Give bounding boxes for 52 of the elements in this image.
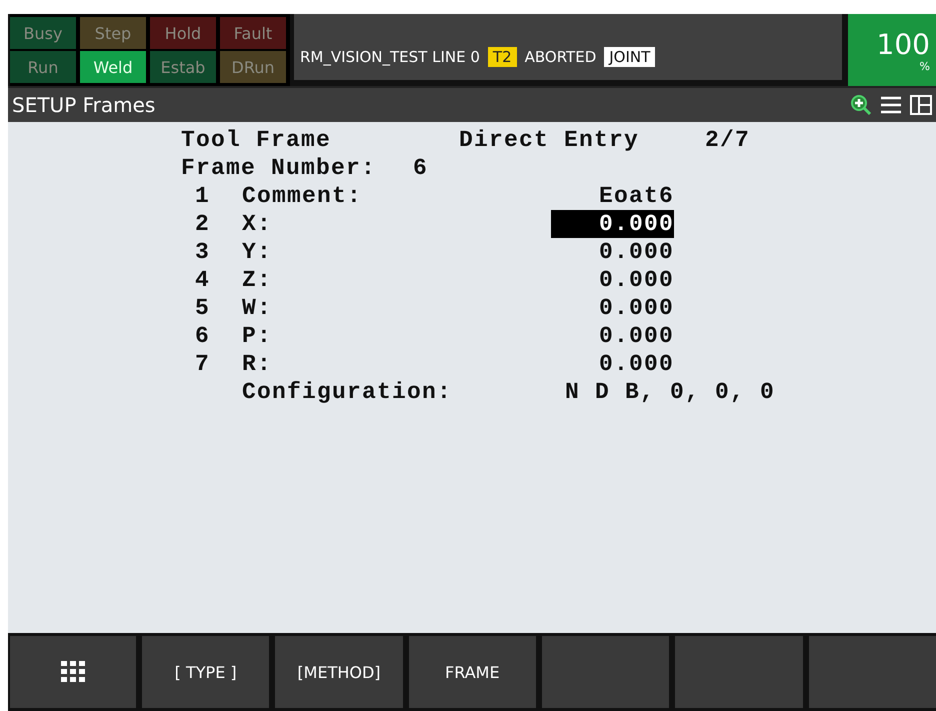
item-number: 3 bbox=[194, 239, 210, 265]
item-label: W: bbox=[242, 295, 274, 321]
value-field[interactable]: Eoat6 bbox=[551, 182, 674, 210]
softkey-button[interactable]: [METHOD] bbox=[275, 636, 403, 708]
item-number: 7 bbox=[194, 351, 210, 377]
item-value: N D B, 0, 0, 0 bbox=[565, 379, 776, 405]
frame-type: Tool Frame bbox=[181, 127, 332, 153]
status-lamp: Step bbox=[80, 17, 146, 49]
status-lamp: Fault bbox=[220, 17, 286, 49]
value-field[interactable]: 0.000 bbox=[551, 294, 674, 322]
softkey-button[interactable]: FRAME bbox=[408, 636, 536, 708]
method-label: Direct Entry bbox=[459, 127, 640, 153]
item-number: 4 bbox=[194, 267, 210, 293]
override-unit: % bbox=[920, 60, 930, 73]
item-label: P: bbox=[242, 323, 274, 349]
zoom-icon[interactable] bbox=[850, 94, 872, 116]
status-lamp: DRun bbox=[220, 51, 286, 83]
mode-badge: T2 bbox=[488, 47, 517, 67]
item-label: Comment: bbox=[242, 183, 364, 209]
status-lamp: Weld bbox=[80, 51, 146, 83]
item-number: 1 bbox=[194, 183, 210, 209]
status-lamp: Busy bbox=[10, 17, 76, 49]
item-label: Z: bbox=[242, 267, 274, 293]
value-field[interactable]: 0.000 bbox=[551, 322, 674, 350]
softkey-button[interactable]: [ TYPE ] bbox=[142, 636, 270, 708]
item-number: 5 bbox=[194, 295, 210, 321]
program-status: RM_VISION_TEST LINE 0 bbox=[300, 48, 480, 66]
status-lamp: Hold bbox=[150, 17, 216, 49]
item-number: 6 bbox=[194, 323, 210, 349]
coord-badge: JOINT bbox=[604, 47, 656, 67]
frame-number: 6 bbox=[413, 155, 428, 181]
menu-icon[interactable] bbox=[880, 95, 902, 115]
override-panel[interactable]: 100 % bbox=[848, 14, 936, 86]
value-field[interactable]: 0.000 bbox=[551, 238, 674, 266]
split-view-icon[interactable] bbox=[910, 95, 932, 115]
item-label: Y: bbox=[242, 239, 274, 265]
override-value: 100 bbox=[876, 30, 930, 60]
run-state: ABORTED bbox=[524, 48, 596, 66]
grid-icon bbox=[61, 661, 85, 683]
value-field[interactable]: 0.000 bbox=[551, 350, 674, 378]
status-lamp: Run bbox=[10, 51, 76, 83]
value-field[interactable]: 0.000 bbox=[551, 266, 674, 294]
screen-title: SETUP Frames bbox=[12, 93, 156, 117]
item-label: X: bbox=[242, 211, 274, 237]
menu-grid-button[interactable] bbox=[10, 636, 136, 708]
item-label: Configuration: bbox=[242, 379, 454, 405]
status-lamp: Estab bbox=[150, 51, 216, 83]
page-indicator: 2/7 bbox=[705, 127, 750, 153]
value-field[interactable]: 0.000 bbox=[551, 210, 674, 238]
item-number: 2 bbox=[194, 211, 210, 237]
item-label: R: bbox=[242, 351, 274, 377]
frame-number-label: Frame Number: bbox=[181, 155, 378, 181]
